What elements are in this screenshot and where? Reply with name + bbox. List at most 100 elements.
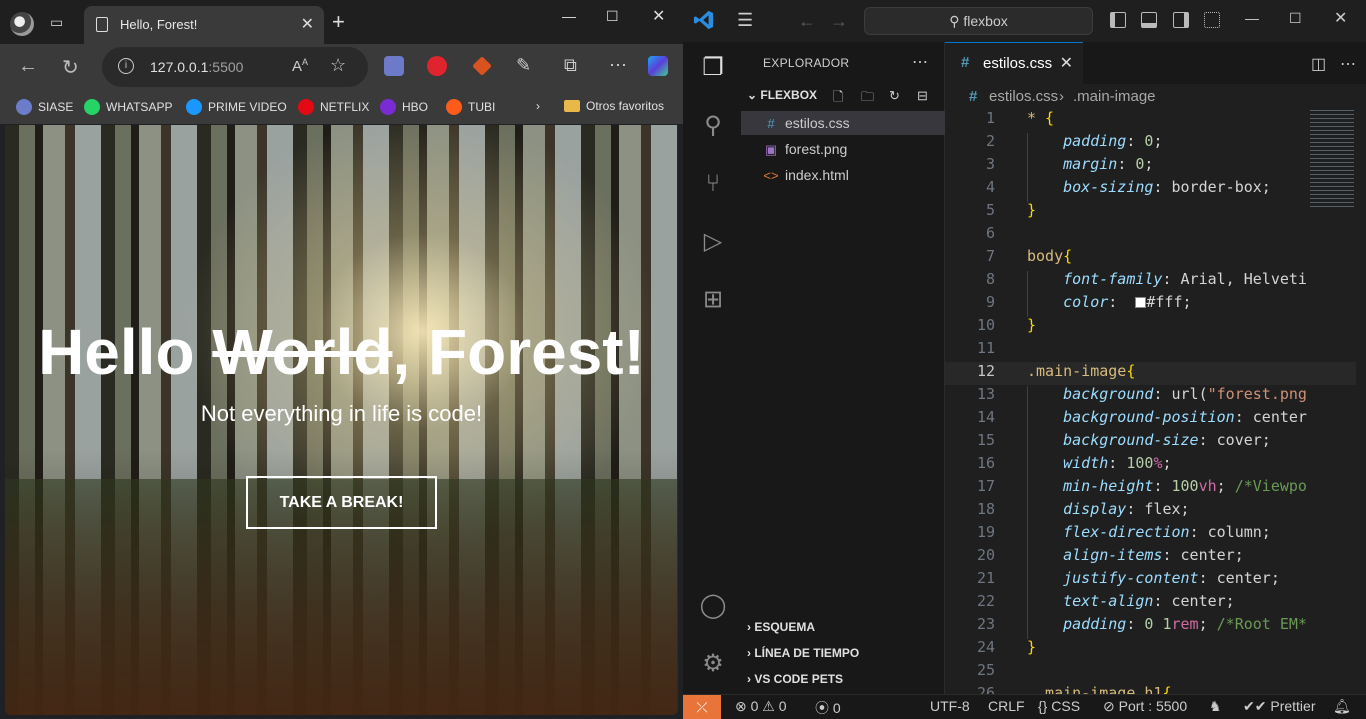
run-debug-icon[interactable]: ▷ [699, 228, 727, 256]
code-line: 21 justify-content: center; [945, 569, 1366, 592]
chevron-down-icon: ⌄ [747, 88, 761, 102]
take-a-break-button[interactable]: TAKE A BREAK! [246, 476, 437, 529]
extension-shield-icon[interactable] [472, 56, 492, 76]
split-screen-icon[interactable]: ⧉ [564, 55, 577, 76]
accounts-icon[interactable]: ◯ [699, 592, 727, 620]
bookmarks-more-icon[interactable]: › [536, 99, 540, 113]
vscode-close-icon[interactable]: ✕ [1334, 8, 1347, 28]
vscode-maximize-icon[interactable]: ☐ [1289, 10, 1302, 27]
section-pets[interactable]: › VS CODE PETS [747, 672, 843, 686]
vscode-minimize-icon[interactable]: — [1245, 10, 1259, 26]
minimize-icon[interactable]: — [562, 8, 576, 24]
profile-avatar[interactable] [10, 12, 34, 36]
toggle-panel-icon[interactable] [1141, 12, 1157, 28]
bookmark-item[interactable]: TUBI [446, 99, 495, 115]
maximize-icon[interactable]: ☐ [606, 8, 619, 25]
command-center-search[interactable]: ⚲ flexbox [864, 7, 1093, 35]
line-number: 17 [976, 477, 995, 495]
settings-gear-icon[interactable]: ⚙ [699, 650, 727, 678]
eol-status[interactable]: CRLF [988, 698, 1025, 714]
new-folder-icon[interactable]: 🗀 [861, 88, 874, 110]
close-tab-icon[interactable]: ✕ [301, 14, 314, 34]
section-timeline[interactable]: › LÍNEA DE TIEMPO [747, 646, 859, 660]
code-line: 2 padding: 0; [945, 132, 1366, 155]
extension-translate-icon[interactable] [384, 56, 404, 76]
extension-adblock-icon[interactable] [427, 56, 447, 76]
remote-indicator-icon[interactable]: ⤫ [683, 695, 721, 719]
extensions-icon[interactable]: ⊞ [699, 286, 727, 314]
split-editor-icon[interactable]: ◫ [1311, 54, 1326, 74]
read-aloud-icon[interactable]: AA [292, 57, 308, 75]
bookmark-item[interactable]: NETFLIX [298, 99, 369, 115]
explorer-icon[interactable]: ❐ [699, 54, 727, 82]
back-icon[interactable]: ← [18, 55, 38, 78]
nav-forward-icon[interactable]: → [830, 11, 848, 32]
editor-scrollbar[interactable] [1356, 110, 1366, 694]
editor-more-icon[interactable]: ⋯ [1340, 54, 1356, 74]
section-outline[interactable]: › ESQUEMA [747, 620, 815, 634]
file-item[interactable]: ▣ forest.png [741, 137, 945, 161]
toggle-sidebar-icon[interactable] [1110, 12, 1126, 28]
bookmark-label: HBO [402, 100, 429, 114]
collapse-all-icon[interactable]: ⊟ [917, 88, 928, 104]
reload-icon[interactable]: ↻ [62, 55, 79, 80]
customize-layout-icon[interactable] [1204, 12, 1220, 28]
prettier-status[interactable]: ✔✔ Prettier [1243, 698, 1315, 715]
pets-status-icon[interactable]: ♞ [1209, 698, 1222, 715]
problems-status[interactable]: ⊗ 0 ⚠ 0 [735, 698, 787, 715]
line-number: 15 [976, 431, 995, 449]
folder-header[interactable]: ⌄ FLEXBOX [747, 88, 817, 102]
file-item[interactable]: # estilos.css [741, 111, 945, 135]
editor-tab-estilos[interactable]: # estilos.css ✕ [945, 42, 1083, 84]
nav-back-icon[interactable]: ← [798, 11, 816, 32]
code-line: 1 * { [945, 110, 1366, 132]
more-menu-icon[interactable]: ⋯ [609, 55, 627, 76]
browser-window: ▭ Hello, Forest! ✕ + — ☐ ✕ ← ↻ i 127.0.0… [0, 0, 683, 719]
breadcrumb-symbol[interactable]: .main-image [1073, 88, 1156, 105]
bookmark-item[interactable]: WHATSAPP [84, 99, 172, 115]
line-number: 8 [985, 270, 995, 288]
code-line: 13 background: url("forest.png [945, 385, 1366, 408]
line-number: 5 [985, 201, 995, 219]
copilot-icon[interactable] [648, 56, 668, 76]
file-item[interactable]: <> index.html [741, 163, 945, 187]
line-number: 18 [976, 500, 995, 518]
file-name: forest.png [785, 141, 848, 157]
notifications-bell-icon[interactable]: 🔔︎ [1333, 698, 1351, 715]
new-file-icon[interactable]: 🗋 [833, 88, 843, 110]
toggle-secondary-sidebar-icon[interactable] [1173, 12, 1189, 28]
live-server-status[interactable]: ⊘ Port : 5500 [1103, 698, 1187, 715]
minimap[interactable] [1310, 110, 1354, 210]
code-text: } [1027, 201, 1037, 219]
file-type-icon: ▣ [764, 142, 778, 157]
encoding-status[interactable]: UTF-8 [930, 698, 970, 714]
breadcrumb-file[interactable]: estilos.css [989, 88, 1058, 105]
file-type-icon: # [767, 116, 775, 131]
address-bar[interactable]: i 127.0.0.1:5500 AA ☆ [102, 47, 368, 87]
bookmark-item[interactable]: HBO [380, 99, 428, 115]
code-editor[interactable]: 1 * {2 padding: 0; 3 margin: 0; 4 box-sizin… [945, 110, 1366, 694]
tab-actions-icon[interactable]: ▭ [50, 14, 70, 32]
bookmark-item[interactable]: PRIME VIDEO [186, 99, 287, 115]
browser-tab[interactable]: Hello, Forest! ✕ [84, 6, 324, 44]
search-view-icon[interactable]: ⚲ [699, 112, 727, 140]
favorite-star-icon[interactable]: ☆ [330, 55, 346, 76]
line-number: 1 [985, 110, 995, 127]
other-favorites[interactable]: Otros favoritos [564, 99, 664, 113]
ports-status[interactable]: ⦿ 0 [815, 698, 841, 718]
code-line: 19 flex-direction: column; [945, 523, 1366, 546]
extension-picker-icon[interactable]: ✎ [516, 55, 531, 76]
language-status[interactable]: {} CSS [1038, 698, 1080, 714]
address-url: 127.0.0.1:5500 [150, 59, 244, 75]
source-control-icon[interactable]: ⑂ [699, 170, 727, 198]
refresh-icon[interactable]: ↻ [889, 88, 900, 104]
explorer-more-icon[interactable]: ⋯ [912, 52, 928, 72]
site-info-icon[interactable]: i [118, 58, 134, 74]
code-text: background: url("forest.png [1063, 385, 1307, 403]
code-line: 22 text-align: center; [945, 592, 1366, 615]
new-tab-button[interactable]: + [332, 11, 345, 33]
close-window-icon[interactable]: ✕ [652, 6, 665, 26]
bookmark-item[interactable]: SIASE [16, 99, 73, 115]
close-editor-icon[interactable]: ✕ [1060, 53, 1073, 73]
menu-icon[interactable]: ☰ [737, 10, 753, 31]
